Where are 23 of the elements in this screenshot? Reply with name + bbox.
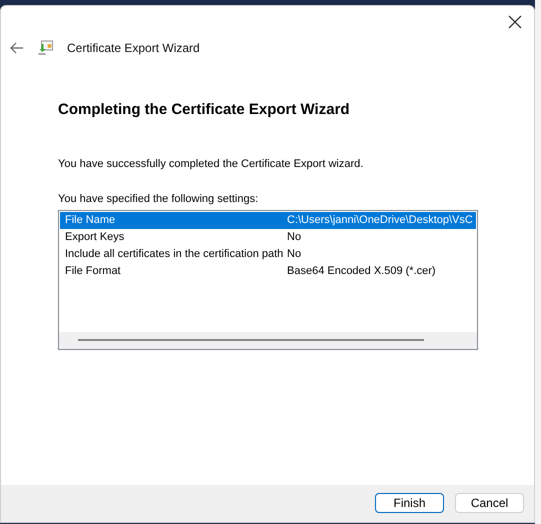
certificate-icon bbox=[37, 40, 54, 56]
settings-row[interactable]: File Format Base64 Encoded X.509 (*.cer) bbox=[60, 262, 476, 280]
horizontal-scrollbar[interactable] bbox=[59, 332, 477, 348]
setting-name: File Name bbox=[64, 212, 116, 228]
setting-value: Base64 Encoded X.509 (*.cer) bbox=[287, 264, 437, 279]
settings-row[interactable]: File Name C:\Users\janni\OneDrive\Desktop\VsC bbox=[60, 212, 476, 228]
setting-value: No bbox=[287, 246, 302, 262]
completion-message: You have successfully completed the Certificate Export wizard. bbox=[58, 156, 364, 172]
settings-row[interactable]: Export Keys No bbox=[60, 228, 476, 246]
wizard-heading: Completing the Certificate Export Wizard bbox=[58, 100, 351, 120]
setting-name: Export Keys bbox=[64, 230, 126, 245]
settings-label: You have specified the following settings: bbox=[58, 192, 260, 207]
window-title: Certificate Export Wizard bbox=[67, 40, 200, 57]
scrollbar-thumb[interactable] bbox=[78, 339, 424, 341]
setting-name: Include all certificates in the certification path bbox=[64, 246, 284, 262]
finish-button[interactable]: Finish bbox=[375, 492, 444, 512]
cancel-button[interactable]: Cancel bbox=[455, 492, 524, 512]
setting-name: File Format bbox=[64, 264, 122, 279]
close-icon[interactable] bbox=[508, 15, 522, 29]
back-arrow-icon[interactable] bbox=[10, 41, 24, 55]
settings-row[interactable]: Include all certificates in the certification path No bbox=[60, 246, 476, 262]
setting-value: C:\Users\janni\OneDrive\Desktop\VsC bbox=[287, 212, 474, 228]
setting-value: No bbox=[287, 230, 302, 245]
